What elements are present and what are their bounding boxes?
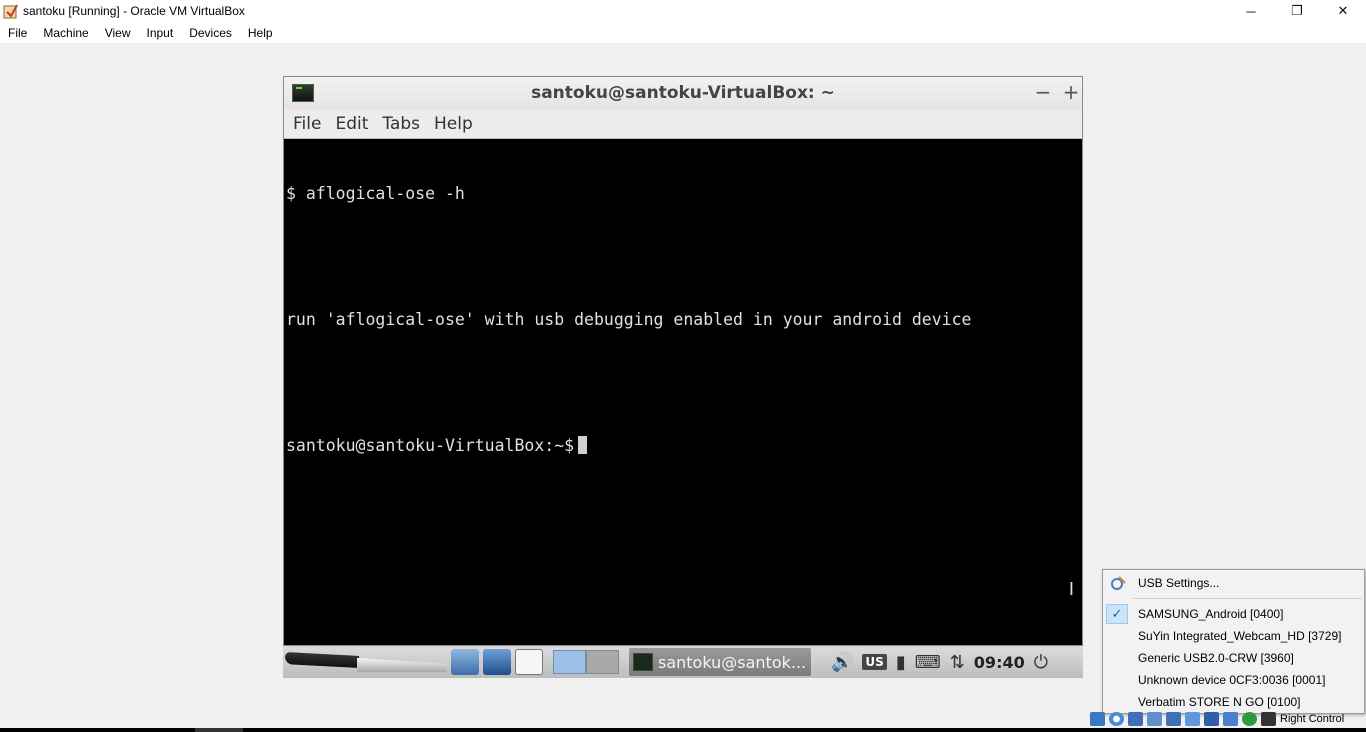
menu-file[interactable]: File: [0, 26, 35, 40]
workspace-pager: [553, 650, 619, 674]
usb-device-item[interactable]: Verbatim STORE N GO [0100]: [1103, 692, 1364, 712]
shared-folders-icon[interactable]: [1185, 712, 1200, 726]
terminal-line: ​: [286, 246, 1080, 267]
volume-icon[interactable]: 🔊: [831, 652, 853, 673]
usb-device-item[interactable]: Unknown device 0CF3:0036 [0001]: [1103, 670, 1364, 690]
hard-disk-icon[interactable]: [1090, 712, 1105, 726]
usb-device-label: Unknown device 0CF3:0036 [0001]: [1138, 673, 1326, 687]
taskbar-terminal-button[interactable]: santoku@santok...: [629, 648, 811, 676]
terminal-menu-edit[interactable]: Edit: [328, 114, 375, 134]
restore-button[interactable]: ❐: [1274, 0, 1320, 22]
usb-settings-item[interactable]: USB Settings...: [1103, 573, 1364, 593]
terminal-maximize-button[interactable]: +: [1060, 80, 1082, 104]
clock[interactable]: 09:40: [974, 653, 1025, 672]
minimize-button[interactable]: ─: [1228, 0, 1274, 22]
system-tray: 🔊 US ▮ ⌨ ⇅ 09:40 ⏻: [831, 652, 1048, 673]
terminal-menu-tabs[interactable]: Tabs: [375, 114, 427, 134]
terminal-line: ​: [286, 372, 1080, 393]
vbox-statusbar: Right Control: [1090, 710, 1366, 728]
menu-separator: [1133, 598, 1362, 599]
checkmark-icon: ✓: [1106, 604, 1128, 624]
usb-device-item[interactable]: SuYin Integrated_Webcam_HD [3729]: [1103, 626, 1364, 646]
ibeam-cursor-icon: I: [1068, 579, 1074, 600]
terminal-prompt-line: santoku@santoku-VirtualBox:~$: [286, 435, 1080, 456]
close-button[interactable]: ✕: [1320, 0, 1366, 22]
optical-drive-icon[interactable]: [1109, 712, 1124, 726]
terminal-titlebar[interactable]: santoku@santoku-VirtualBox: ~ − +: [284, 77, 1082, 109]
host-titlebar: santoku [Running] - Oracle VM VirtualBox…: [0, 0, 1366, 22]
network-browser-icon[interactable]: [483, 649, 511, 675]
terminal-task-icon: [633, 653, 653, 671]
terminal-window-controls: − +: [1032, 80, 1082, 104]
file-manager-icon[interactable]: [451, 649, 479, 675]
usb-device-label: Verbatim STORE N GO [0100]: [1138, 695, 1301, 709]
usb-settings-icon: [1111, 576, 1126, 590]
terminal-line: run 'aflogical-ose' with usb debugging e…: [286, 310, 972, 329]
guest-panel: santoku@santok... 🔊 US ▮ ⌨ ⇅ 09:40 ⏻: [283, 646, 1083, 678]
window-title: santoku [Running] - Oracle VM VirtualBox: [23, 4, 245, 18]
host-key-label[interactable]: Right Control: [1280, 713, 1344, 725]
menu-input[interactable]: Input: [139, 26, 182, 40]
window-controls: ─ ❐ ✕: [1228, 0, 1366, 22]
network-adapter-icon[interactable]: [1147, 712, 1162, 726]
terminal-minimize-button[interactable]: −: [1032, 80, 1054, 104]
menu-help[interactable]: Help: [240, 26, 281, 40]
terminal-window[interactable]: santoku@santoku-VirtualBox: ~ − + File E…: [283, 76, 1083, 646]
audio-icon[interactable]: [1128, 712, 1143, 726]
menu-machine[interactable]: Machine: [35, 26, 96, 40]
text-cursor: [578, 436, 588, 454]
display-icon[interactable]: [1204, 712, 1219, 726]
mouse-integration-icon[interactable]: [1261, 712, 1276, 726]
show-desktop-icon[interactable]: [515, 649, 543, 675]
workspace-1[interactable]: [553, 650, 586, 674]
bottom-edge: [0, 728, 1366, 732]
keyboard-layout-indicator[interactable]: US: [862, 654, 887, 670]
host-menubar: File Machine View Input Devices Help: [0, 22, 1366, 43]
usb-settings-label: USB Settings...: [1138, 576, 1220, 590]
menu-devices[interactable]: Devices: [181, 26, 240, 40]
battery-icon[interactable]: ▮: [896, 652, 906, 673]
terminal-prompt: santoku@santoku-VirtualBox:~$: [286, 436, 575, 455]
usb-device-item[interactable]: ✓ SAMSUNG_Android [0400]: [1103, 604, 1364, 624]
video-capture-icon[interactable]: [1223, 712, 1238, 726]
terminal-output[interactable]: $ aflogical-ose -h ​ run 'aflogical-ose'…: [284, 139, 1082, 500]
usb-device-label: SAMSUNG_Android [0400]: [1138, 607, 1284, 621]
network-icon[interactable]: ⇅: [950, 652, 965, 673]
usb-devices-menu: USB Settings... ✓ SAMSUNG_Android [0400]…: [1102, 569, 1365, 714]
usb-icon[interactable]: [1166, 712, 1181, 726]
usb-device-item[interactable]: Generic USB2.0-CRW [3960]: [1103, 648, 1364, 668]
terminal-menu-file[interactable]: File: [286, 114, 328, 134]
terminal-menubar: File Edit Tabs Help: [284, 109, 1082, 139]
terminal-line: $ aflogical-ose -h: [286, 184, 465, 203]
terminal-title: santoku@santoku-VirtualBox: ~: [531, 83, 835, 103]
taskbar-terminal-label: santoku@santok...: [658, 652, 807, 672]
power-icon[interactable]: ⏻: [1034, 652, 1048, 673]
usb-device-label: SuYin Integrated_Webcam_HD [3729]: [1138, 629, 1342, 643]
usb-device-label: Generic USB2.0-CRW [3960]: [1138, 651, 1294, 665]
terminal-menu-help[interactable]: Help: [427, 114, 480, 134]
menu-view[interactable]: View: [97, 26, 139, 40]
virtualbox-app-icon: [3, 4, 18, 19]
cpu-icon[interactable]: [1242, 712, 1257, 726]
keyboard-icon[interactable]: ⌨: [915, 652, 941, 673]
workspace-2[interactable]: [586, 650, 619, 674]
santoku-menu-icon[interactable]: [283, 648, 449, 676]
